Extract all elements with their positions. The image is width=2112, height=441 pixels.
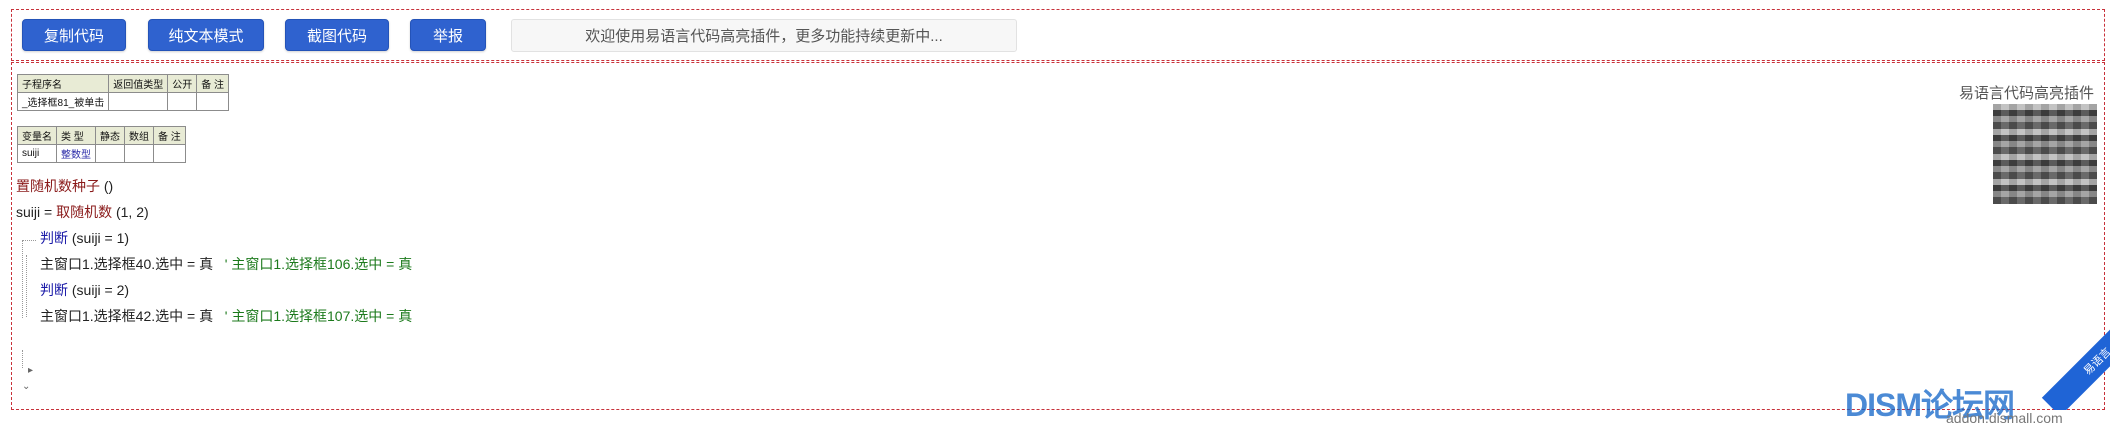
code-args: (suiji = 2): [68, 282, 130, 298]
table-header: 变量名: [17, 126, 57, 145]
table-cell: _选择框81_被单击: [16, 92, 110, 111]
keyword: 判断: [40, 230, 68, 246]
flow-guide: [22, 350, 23, 368]
code-line: 主窗口1.选择框42.选中 = 真 ' 主窗口1.选择框107.选中 = 真: [40, 306, 412, 326]
code-text: 主窗口1.选择框40.选中 = 真: [40, 256, 214, 272]
plugin-label: 易语言代码高亮插件: [1958, 85, 2094, 102]
table-header: 备 注: [153, 126, 186, 145]
function-name: 置随机数种子: [16, 178, 100, 194]
table-header: 公开: [167, 74, 198, 93]
table-cell: suiji: [17, 144, 57, 163]
flow-guide: [26, 255, 27, 317]
code-args: (): [100, 178, 114, 194]
report-button[interactable]: 举报: [410, 19, 486, 51]
flow-arrow-icon: ⌄: [22, 381, 31, 392]
ribbon-label: 易语言: [2041, 310, 2110, 410]
table-header: 备 注: [196, 74, 230, 93]
copy-code-button[interactable]: 复制代码: [22, 19, 126, 51]
table-cell: [95, 144, 125, 163]
code-comment: ' 主窗口1.选择框106.选中 = 真: [224, 256, 413, 272]
table-cell: 整数型: [56, 144, 96, 163]
code-line: 主窗口1.选择框40.选中 = 真 ' 主窗口1.选择框106.选中 = 真: [40, 254, 412, 274]
table-header: 子程序名: [16, 74, 110, 93]
code-line: 判断 (suiji = 2): [40, 280, 129, 300]
table-header: 类 型: [56, 126, 96, 145]
table-header: 返回值类型: [108, 74, 169, 93]
code-args: (suiji = 1): [68, 230, 130, 246]
plain-text-mode-button[interactable]: 纯文本模式: [148, 19, 264, 51]
function-name: 取随机数: [56, 204, 113, 220]
table-cell: [124, 144, 154, 163]
table-cell: [153, 144, 186, 163]
keyword: 判断: [40, 282, 68, 298]
table-cell: [196, 92, 230, 111]
code-args: (1, 2): [112, 204, 149, 220]
table-cell: [167, 92, 198, 111]
corner-ribbon: 易语言: [2010, 310, 2110, 410]
code-frame: [11, 62, 2105, 410]
watermark-url: addon.dismall.com: [1946, 410, 2063, 426]
code-line: 判断 (suiji = 1): [40, 228, 129, 248]
code-line: suiji = 取随机数 (1, 2): [16, 202, 149, 222]
subprogram-table: 子程序名 返回值类型 公开 备 注 _选择框81_被单击: [16, 74, 230, 111]
flow-guide: [22, 240, 23, 318]
notice-bar: 欢迎使用易语言代码高亮插件，更多功能持续更新中...: [511, 19, 1017, 52]
table-header: 数组: [124, 126, 154, 145]
screenshot-code-button[interactable]: 截图代码: [285, 19, 389, 51]
flow-arrow-icon: ▸: [28, 365, 34, 376]
flow-guide: [22, 240, 36, 241]
code-comment: ' 主窗口1.选择框107.选中 = 真: [224, 308, 413, 324]
variable-table: 变量名 类 型 静态 数组 备 注 suiji 整数型: [17, 126, 186, 163]
code-text: 主窗口1.选择框42.选中 = 真: [40, 308, 214, 324]
table-header: 静态: [95, 126, 125, 145]
code-text: suiji =: [16, 204, 57, 220]
code-line: 置随机数种子 (): [16, 176, 113, 196]
qr-code-icon: [1993, 104, 2097, 204]
table-cell: [108, 92, 169, 111]
